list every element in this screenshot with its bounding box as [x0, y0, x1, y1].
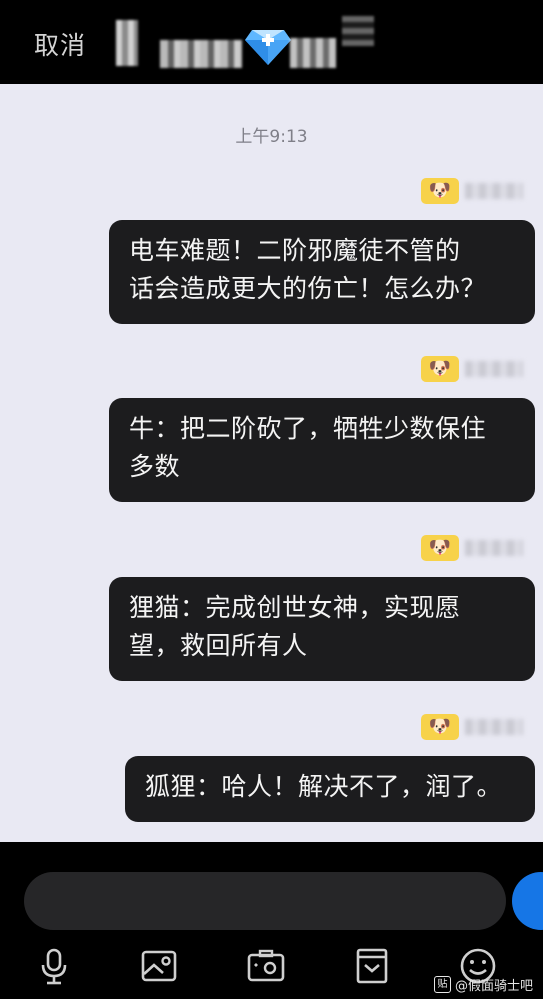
dog-emoji-icon[interactable]: 🐶: [421, 535, 459, 561]
blurred-sender-name: [465, 361, 523, 377]
header-bar: 取消: [0, 0, 543, 84]
send-button[interactable]: [512, 872, 543, 930]
blurred-title-fragment: [160, 40, 242, 68]
microphone-icon[interactable]: [34, 946, 74, 986]
cancel-button[interactable]: 取消: [34, 26, 86, 62]
message-bubble[interactable]: 牛：把二阶砍了，牺牲少数保住 多数: [109, 398, 535, 502]
chat-screen: 取消 上午9:13 🐶 电车难题！二阶邪魔徒不管的 话会造成更大的伤亡！怎么办？…: [0, 0, 543, 999]
message-sender: 🐶: [421, 356, 523, 382]
message-sender: 🐶: [421, 714, 523, 740]
message-timestamp: 上午9:13: [235, 127, 308, 147]
blurred-title-fragment: [342, 16, 374, 46]
blurred-sender-name: [465, 719, 523, 735]
watermark: 贴 @假面骑士吧: [433, 975, 533, 994]
message-input[interactable]: [24, 872, 506, 930]
tieba-logo-icon: 贴: [433, 976, 451, 993]
diamond-icon: [245, 30, 291, 65]
watermark-text: @假面骑士吧: [454, 979, 533, 994]
dog-emoji-icon[interactable]: 🐶: [421, 356, 459, 382]
message-sender: 🐶: [421, 535, 523, 561]
bag-icon[interactable]: [352, 946, 392, 986]
message-bubble[interactable]: 电车难题！二阶邪魔徒不管的 话会造成更大的伤亡！怎么办？: [109, 220, 535, 324]
dog-emoji-icon[interactable]: 🐶: [421, 714, 459, 740]
blurred-title-fragment: [290, 38, 336, 68]
dog-emoji-icon[interactable]: 🐶: [421, 178, 459, 204]
blurred-title-fragment: [116, 20, 138, 66]
chat-area[interactable]: 上午9:13 🐶 电车难题！二阶邪魔徒不管的 话会造成更大的伤亡！怎么办？ 🐶 …: [0, 84, 543, 842]
message-bubble[interactable]: 狐狸：哈人！解决不了，润了。: [125, 756, 535, 822]
message-sender: 🐶: [421, 178, 523, 204]
image-icon[interactable]: [139, 946, 179, 986]
message-bubble[interactable]: 狸猫：完成创世女神，实现愿 望，救回所有人: [109, 577, 535, 681]
blurred-sender-name: [465, 540, 523, 556]
camera-icon[interactable]: [246, 946, 286, 986]
blurred-sender-name: [465, 183, 523, 199]
